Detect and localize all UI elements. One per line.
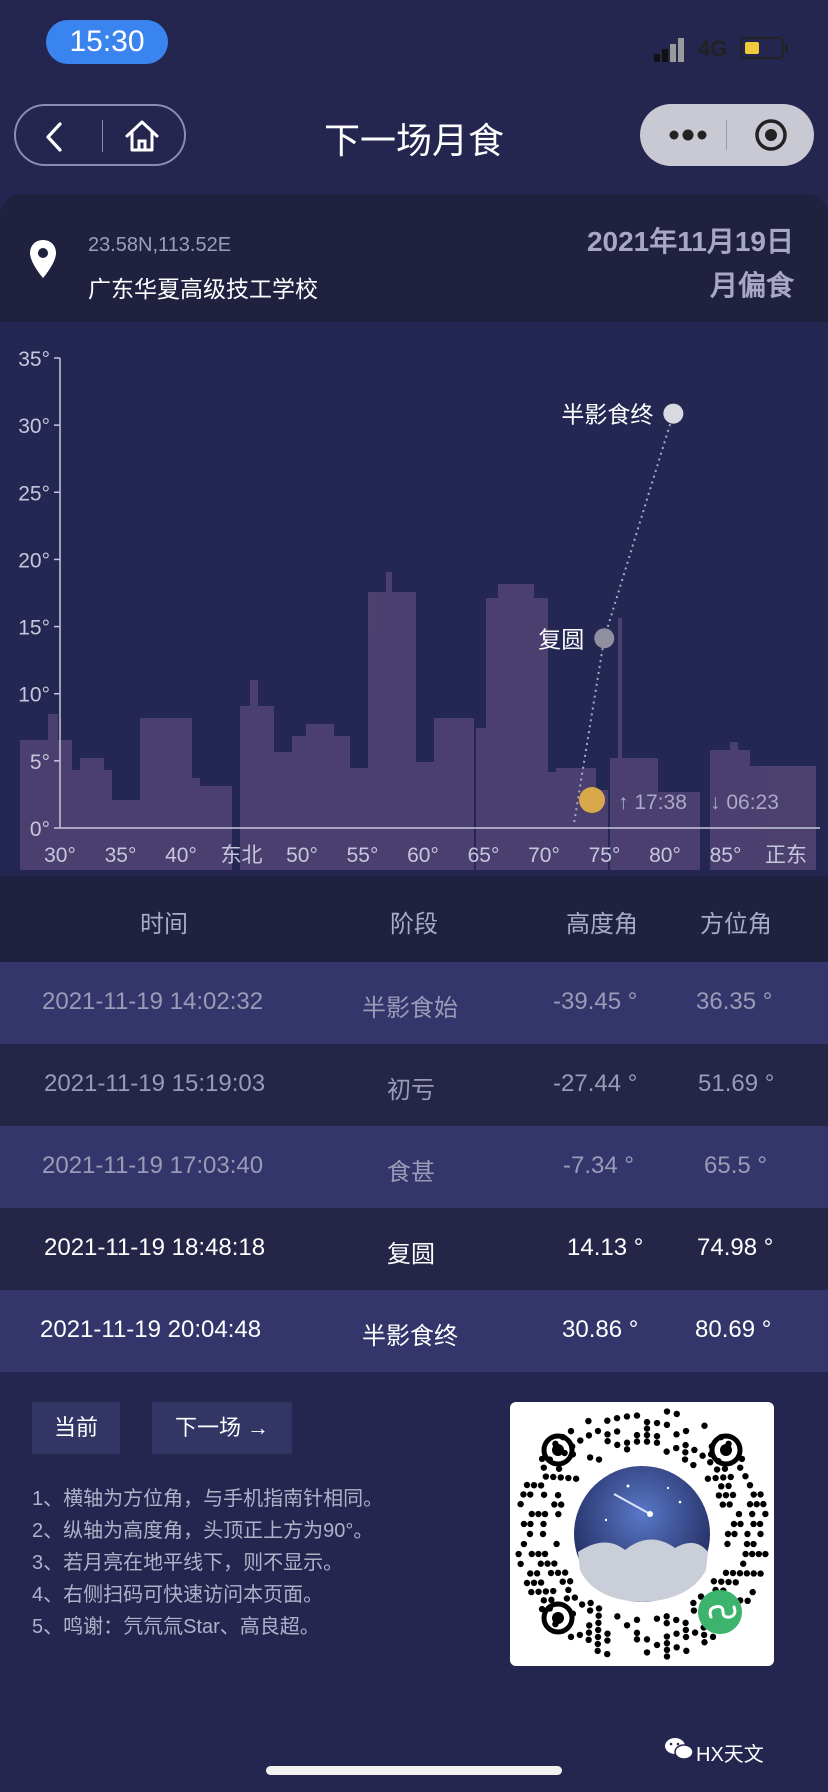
- y-tick-label: 35°: [18, 348, 50, 371]
- x-tick-label: 35°: [105, 844, 137, 867]
- col-azimuth: 方位角: [700, 911, 772, 938]
- y-tick-label: 0°: [30, 818, 50, 841]
- moonset-time: ↓ 06:23: [710, 791, 779, 814]
- current-button[interactable]: 当前: [32, 1402, 120, 1454]
- skyline-silhouette: [20, 572, 816, 870]
- signal-icon: [654, 38, 688, 62]
- y-tick-label: 5°: [30, 751, 50, 774]
- phase-point: [594, 628, 615, 649]
- eclipse-type: 月偏食: [709, 270, 794, 301]
- x-tick-label: 正东: [765, 844, 807, 867]
- phase-point-label: 半影食终: [561, 402, 653, 428]
- table-row: 2021-11-19 20:04:48 半影食终 30.86 ° 80.69 °: [0, 1290, 828, 1372]
- x-tick-label: 70°: [528, 844, 560, 867]
- x-tick-label: 65°: [468, 844, 500, 867]
- table-row: 2021-11-19 14:02:32 半影食始 -39.45 ° 36.35 …: [0, 962, 828, 1044]
- network-type: 4G: [698, 36, 728, 61]
- close-miniprogram-icon[interactable]: [754, 118, 788, 152]
- x-tick-label: 60°: [407, 844, 439, 867]
- table-header: 时间 阶段 高度角 方位角: [0, 876, 828, 962]
- next-button[interactable]: 下一场 →: [152, 1402, 292, 1454]
- moonrise-time: ↑ 17:38: [618, 791, 687, 814]
- y-tick-label: 20°: [18, 549, 50, 572]
- x-tick-label: 50°: [286, 844, 318, 867]
- location-pin-icon: [30, 240, 56, 278]
- more-icon[interactable]: [668, 124, 708, 146]
- col-altitude: 高度角: [566, 911, 638, 938]
- battery-icon: [740, 37, 788, 59]
- miniprogram-capsule: [640, 104, 814, 166]
- wechat-icon: [665, 1738, 694, 1760]
- table-row: 2021-11-19 17:03:40 食甚 -7.34 ° 65.5 °: [0, 1126, 828, 1208]
- note-item: 2、纵轴为高度角，头顶正上方为90°。: [32, 1520, 374, 1542]
- x-tick-label: 55°: [347, 844, 379, 867]
- y-tick-label: 10°: [18, 684, 50, 707]
- col-time: 时间: [140, 911, 188, 938]
- y-tick-label: 25°: [18, 482, 50, 505]
- location-coords: 23.58N,113.52E: [88, 234, 232, 256]
- home-indicator[interactable]: [266, 1766, 562, 1775]
- note-item: 1、横轴为方位角，与手机指南针相同。: [32, 1488, 384, 1510]
- x-tick-label: 40°: [165, 844, 197, 867]
- x-tick-label: 80°: [649, 844, 681, 867]
- altitude-azimuth-chart: 35° 30° 25° 20° 15° 10° 5° 0° 30° 35° 40° 东北 50° 55° 6…: [18, 348, 820, 870]
- y-tick-label: 30°: [18, 415, 50, 438]
- note-item: 3、若月亮在地平线下，则不显示。: [32, 1552, 344, 1574]
- phase-point: [663, 403, 684, 424]
- watermark: HX天文: [696, 1744, 764, 1766]
- col-phase: 阶段: [390, 911, 438, 938]
- x-tick-label: 85°: [710, 844, 742, 867]
- trajectory-line: [603, 413, 675, 639]
- moon-icon: [579, 787, 605, 813]
- note-item: 5、鸣谢：氕氘氚Star、高良超。: [32, 1616, 320, 1638]
- y-tick-label: 15°: [18, 617, 50, 640]
- x-tick-label: 30°: [44, 844, 76, 867]
- status-time: 15:30: [46, 20, 168, 64]
- table-row: 2021-11-19 18:48:18 复圆 14.13 ° 74.98 °: [0, 1208, 828, 1290]
- location-name: 广东华夏高级技工学校: [88, 276, 318, 302]
- eclipse-date: 2021年11月19日: [586, 226, 794, 257]
- note-item: 4、右侧扫码可快速访问本页面。: [32, 1584, 324, 1606]
- phase-point-label: 复圆: [538, 626, 584, 652]
- x-tick-label: 75°: [589, 844, 621, 867]
- miniprogram-qr-code[interactable]: [510, 1402, 774, 1666]
- table-row: 2021-11-19 15:19:03 初亏 -27.44 ° 51.69 °: [0, 1044, 828, 1126]
- x-tick-label: 东北: [221, 844, 263, 867]
